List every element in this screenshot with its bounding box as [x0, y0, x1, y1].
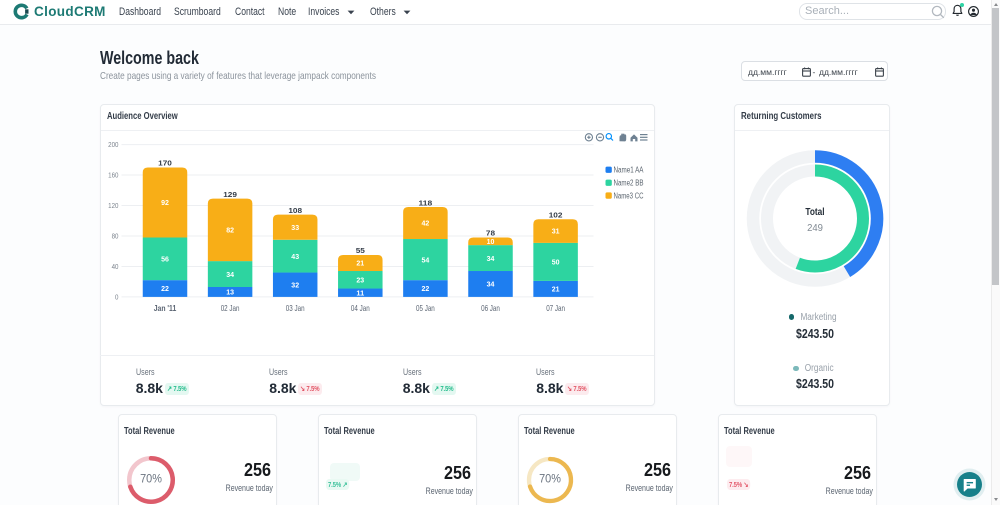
- svg-text:22: 22: [161, 284, 169, 293]
- svg-text:78: 78: [485, 229, 494, 238]
- svg-text:05 Jan: 05 Jan: [416, 303, 435, 313]
- svg-text:92: 92: [161, 198, 169, 207]
- svg-text:55: 55: [355, 246, 364, 255]
- svg-text:23: 23: [356, 275, 364, 284]
- svg-text:54: 54: [421, 255, 430, 264]
- svg-text:129: 129: [223, 190, 237, 199]
- svg-text:34: 34: [486, 280, 495, 289]
- svg-text:03 Jan: 03 Jan: [285, 303, 304, 313]
- svg-text:Jan '11: Jan '11: [153, 303, 176, 313]
- svg-text:102: 102: [548, 210, 562, 219]
- svg-text:21: 21: [551, 285, 559, 294]
- svg-text:Name2 BB: Name2 BB: [613, 179, 643, 188]
- svg-text:34: 34: [226, 270, 235, 279]
- svg-text:10: 10: [486, 237, 494, 246]
- svg-text:160: 160: [108, 171, 118, 180]
- svg-text:70%: 70%: [539, 473, 561, 485]
- svg-text:108: 108: [288, 206, 302, 215]
- svg-text:21: 21: [356, 259, 364, 268]
- svg-text:22: 22: [421, 284, 429, 293]
- svg-text:170: 170: [158, 159, 172, 168]
- svg-text:13: 13: [226, 288, 234, 297]
- svg-text:Name3 CC: Name3 CC: [613, 192, 643, 201]
- svg-text:120: 120: [108, 201, 118, 210]
- svg-text:0: 0: [115, 293, 118, 302]
- svg-text:40: 40: [111, 262, 118, 271]
- svg-text:07 Jan: 07 Jan: [546, 303, 565, 313]
- svg-text:02 Jan: 02 Jan: [220, 303, 239, 313]
- svg-text:34: 34: [486, 254, 495, 263]
- svg-text:82: 82: [226, 226, 234, 235]
- svg-text:118: 118: [418, 198, 432, 207]
- svg-text:50: 50: [551, 258, 559, 267]
- svg-text:33: 33: [291, 223, 299, 232]
- svg-text:200: 200: [108, 140, 118, 149]
- svg-text:56: 56: [161, 255, 169, 264]
- svg-text:43: 43: [291, 252, 299, 261]
- svg-text:32: 32: [291, 280, 299, 289]
- svg-text:Name1 AA: Name1 AA: [613, 166, 644, 175]
- svg-text:31: 31: [551, 227, 559, 236]
- svg-text:11: 11: [356, 288, 364, 297]
- svg-text:70%: 70%: [140, 473, 162, 485]
- svg-text:80: 80: [111, 232, 118, 241]
- svg-text:42: 42: [421, 219, 429, 228]
- svg-text:04 Jan: 04 Jan: [350, 303, 369, 313]
- svg-text:06 Jan: 06 Jan: [481, 303, 500, 313]
